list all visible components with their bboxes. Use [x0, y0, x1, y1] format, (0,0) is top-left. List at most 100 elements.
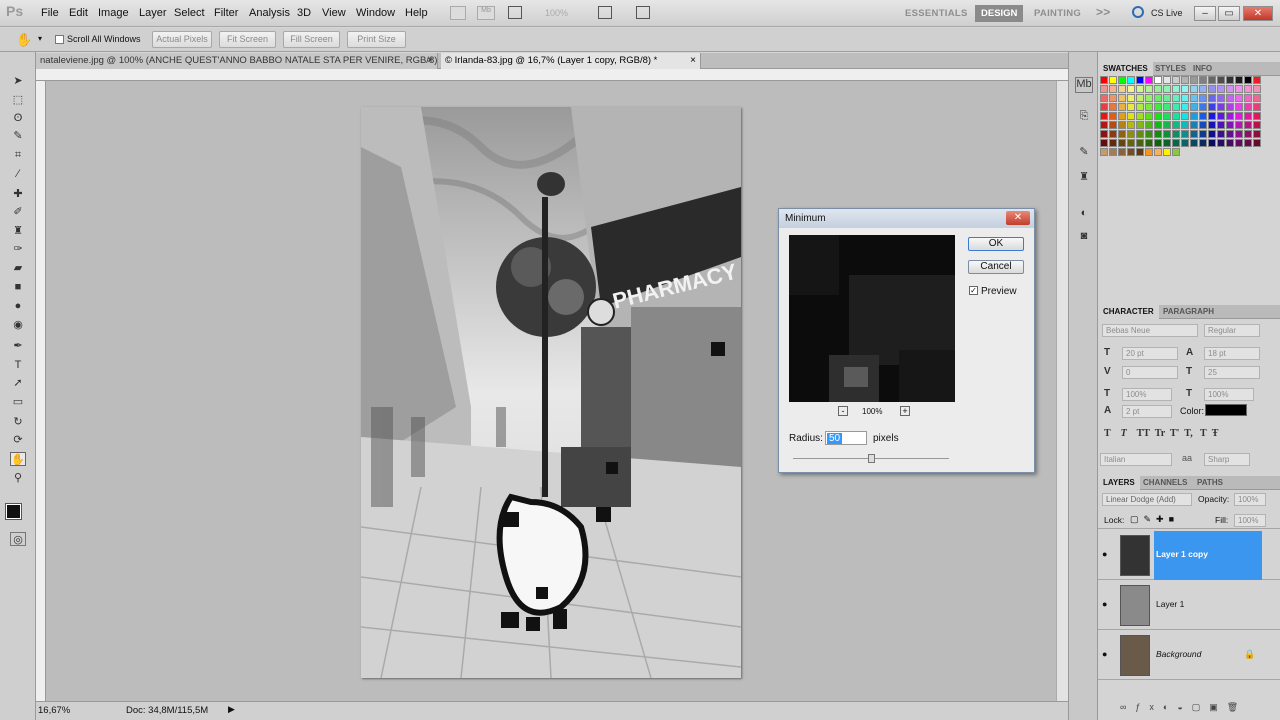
- swatch[interactable]: [1154, 112, 1162, 120]
- pen-tool-icon[interactable]: ✒: [10, 339, 26, 353]
- swatch[interactable]: [1226, 121, 1234, 129]
- swatch[interactable]: [1199, 139, 1207, 147]
- swatch[interactable]: [1163, 130, 1171, 138]
- menu-window[interactable]: Window: [356, 7, 395, 19]
- font-family-select[interactable]: Bebas Neue: [1102, 324, 1198, 337]
- status-menu-icon[interactable]: ▶: [228, 704, 235, 715]
- vertical-scale-field[interactable]: 100%: [1122, 388, 1172, 401]
- screen-mode-icon[interactable]: [636, 6, 650, 19]
- swatch[interactable]: [1244, 94, 1252, 102]
- swatch[interactable]: [1163, 139, 1171, 147]
- zoom-tool-icon[interactable]: ⚲: [10, 471, 26, 485]
- swatch[interactable]: [1208, 103, 1216, 111]
- swatch[interactable]: [1208, 76, 1216, 84]
- brush-tool-icon[interactable]: ✐: [10, 205, 26, 219]
- swatch[interactable]: [1172, 130, 1180, 138]
- superscript-button[interactable]: T': [1170, 428, 1179, 439]
- eye-icon[interactable]: ●: [1102, 649, 1107, 659]
- layers-footer-buttons[interactable]: ∞ƒx◐◒▢▣🗑: [1120, 702, 1280, 716]
- swatch[interactable]: [1145, 121, 1153, 129]
- swatch[interactable]: [1100, 148, 1108, 156]
- swatch[interactable]: [1163, 85, 1171, 93]
- swatch[interactable]: [1118, 139, 1126, 147]
- menu-image[interactable]: Image: [98, 7, 129, 19]
- subscript-button[interactable]: T,: [1184, 428, 1192, 439]
- swatch[interactable]: [1235, 139, 1243, 147]
- swatch[interactable]: [1100, 103, 1108, 111]
- tracking-field[interactable]: 25: [1204, 366, 1260, 379]
- filter-preview[interactable]: [789, 235, 955, 402]
- swatch[interactable]: [1163, 103, 1171, 111]
- swatch[interactable]: [1253, 130, 1261, 138]
- swatch[interactable]: [1118, 85, 1126, 93]
- clone-source-panel-icon[interactable]: ♜: [1075, 170, 1093, 186]
- swatch[interactable]: [1109, 85, 1117, 93]
- swatch[interactable]: [1172, 148, 1180, 156]
- swatch[interactable]: [1127, 94, 1135, 102]
- swatch[interactable]: [1118, 94, 1126, 102]
- menu-view[interactable]: View: [322, 7, 346, 19]
- swatch[interactable]: [1199, 94, 1207, 102]
- swatch[interactable]: [1208, 121, 1216, 129]
- tab-layers[interactable]: LAYERS: [1098, 476, 1140, 490]
- menu-layer[interactable]: Layer: [139, 7, 167, 19]
- faux-italic-button[interactable]: T: [1121, 428, 1127, 439]
- tab-paths[interactable]: PATHS: [1192, 476, 1228, 490]
- swatch[interactable]: [1235, 112, 1243, 120]
- quick-select-tool-icon[interactable]: ✎: [10, 129, 26, 143]
- view-extras-icon[interactable]: [508, 6, 522, 19]
- layer-row-layer-1[interactable]: ● Layer 1: [1098, 581, 1280, 630]
- arrange-documents-icon[interactable]: [598, 6, 612, 19]
- swatch[interactable]: [1172, 139, 1180, 147]
- swatch[interactable]: [1154, 85, 1162, 93]
- swatch[interactable]: [1118, 112, 1126, 120]
- swatch[interactable]: [1244, 103, 1252, 111]
- cancel-button[interactable]: Cancel: [968, 260, 1024, 274]
- print-size-button[interactable]: Print Size: [347, 31, 406, 48]
- menu-analysis[interactable]: Analysis: [249, 7, 290, 19]
- move-tool-icon[interactable]: ➤: [10, 74, 26, 88]
- close-icon[interactable]: ×: [427, 53, 433, 68]
- swatch[interactable]: [1199, 130, 1207, 138]
- swatch[interactable]: [1226, 130, 1234, 138]
- swatch[interactable]: [1190, 112, 1198, 120]
- swatch[interactable]: [1154, 130, 1162, 138]
- shape-tool-icon[interactable]: ▭: [10, 395, 26, 409]
- swatch[interactable]: [1172, 112, 1180, 120]
- actual-pixels-button[interactable]: Actual Pixels: [152, 31, 212, 48]
- lasso-tool-icon[interactable]: ʘ: [10, 111, 26, 125]
- workspace-more[interactable]: >>: [1096, 5, 1111, 19]
- restore-button[interactable]: ▭: [1218, 6, 1240, 21]
- swatch[interactable]: [1163, 148, 1171, 156]
- swatch[interactable]: [1208, 130, 1216, 138]
- tab-channels[interactable]: CHANNELS: [1138, 476, 1192, 490]
- dialog-titlebar[interactable]: Minimum: [779, 209, 1034, 228]
- anti-alias-select[interactable]: Sharp: [1204, 453, 1250, 466]
- zoom-level[interactable]: 16,67%: [38, 705, 70, 716]
- swatch[interactable]: [1109, 130, 1117, 138]
- bridge-icon[interactable]: [450, 6, 466, 20]
- clone-stamp-tool-icon[interactable]: ♜: [10, 224, 26, 238]
- swatch[interactable]: [1226, 85, 1234, 93]
- eyedropper-tool-icon[interactable]: ⁄: [10, 167, 26, 181]
- language-select[interactable]: Italian: [1100, 453, 1172, 466]
- radius-input[interactable]: 50: [825, 431, 867, 445]
- swatch[interactable]: [1199, 76, 1207, 84]
- swatch[interactable]: [1100, 139, 1108, 147]
- swatch[interactable]: [1100, 121, 1108, 129]
- zoom-out-button[interactable]: -: [838, 406, 848, 416]
- swatch[interactable]: [1226, 103, 1234, 111]
- swatch[interactable]: [1154, 139, 1162, 147]
- swatch[interactable]: [1235, 103, 1243, 111]
- masks-panel-icon[interactable]: ◙: [1075, 230, 1093, 246]
- swatch[interactable]: [1100, 85, 1108, 93]
- eye-icon[interactable]: ●: [1102, 599, 1107, 609]
- swatch[interactable]: [1163, 112, 1171, 120]
- swatch[interactable]: [1217, 121, 1225, 129]
- swatch[interactable]: [1100, 76, 1108, 84]
- zoom-in-button[interactable]: +: [900, 406, 910, 416]
- close-app-button[interactable]: ✕: [1243, 6, 1273, 21]
- quick-mask-icon[interactable]: ◎: [10, 532, 26, 546]
- swatch[interactable]: [1163, 94, 1171, 102]
- menu-edit[interactable]: Edit: [69, 7, 88, 19]
